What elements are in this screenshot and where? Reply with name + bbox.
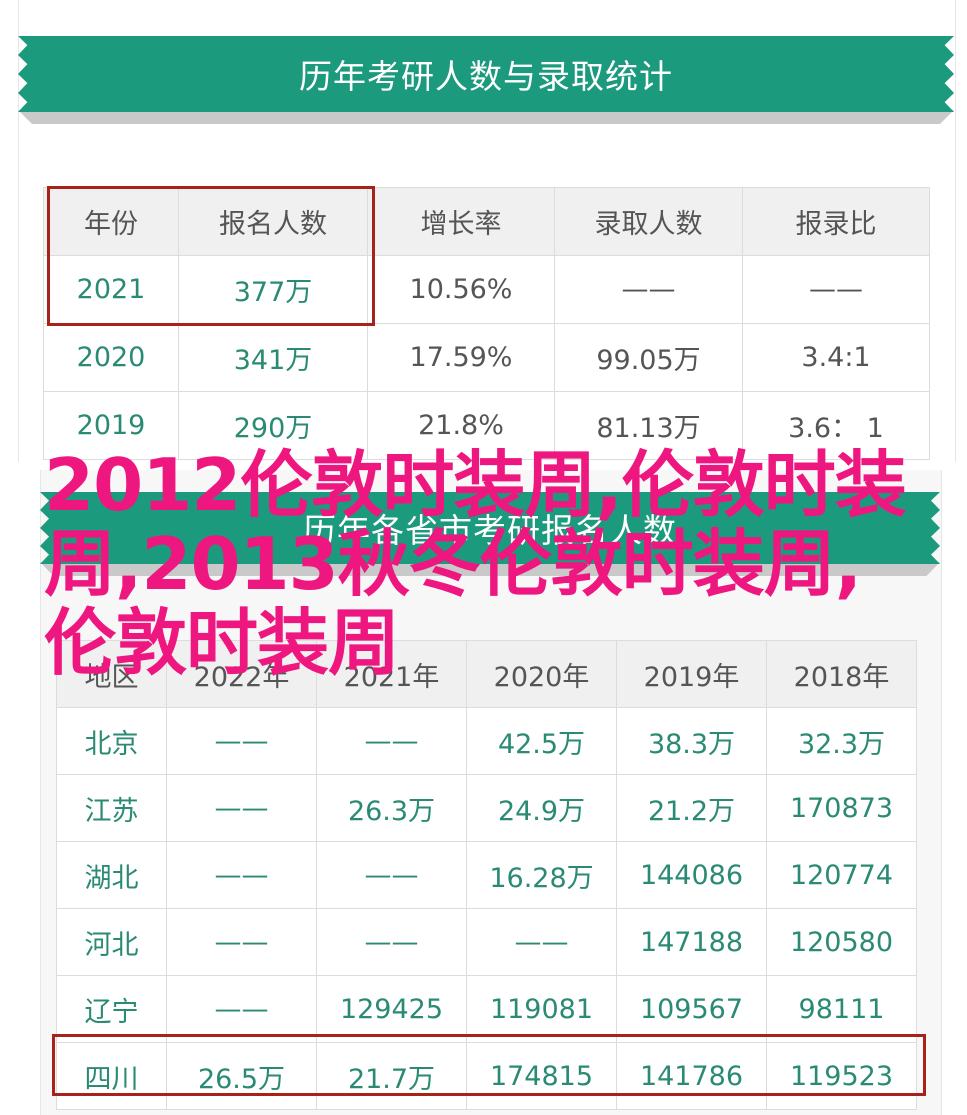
table-cell: 141786 xyxy=(616,1042,767,1110)
table-cell: 147188 xyxy=(616,908,767,976)
table-row: 2021 377万 10.56% —— —— xyxy=(43,255,930,324)
table-cell: —— xyxy=(466,908,617,976)
column-header: 2020年 xyxy=(466,640,617,708)
table-row: 2019 290万 21.8% 81.13万 3.6： 1 xyxy=(43,391,930,460)
table-row: 辽宁 —— 129425 119081 109567 98111 xyxy=(56,975,917,1043)
table-header-row: 年份 报名人数 增长率 录取人数 报录比 xyxy=(43,187,930,256)
table-cell: 2020 xyxy=(43,323,179,392)
column-header: 2022年 xyxy=(166,640,317,708)
top-ribbon-shadow xyxy=(18,110,954,124)
table-row: 四川 26.5万 21.7万 174815 141786 119523 xyxy=(56,1042,917,1110)
table-cell: 四川 xyxy=(56,1042,167,1110)
column-header: 录取人数 xyxy=(554,187,743,256)
table-cell: 24.9万 xyxy=(466,774,617,842)
table-cell: 38.3万 xyxy=(616,707,767,775)
table-cell: —— xyxy=(554,255,743,324)
table-cell: 3.6： 1 xyxy=(742,391,930,460)
table-cell: —— xyxy=(316,841,467,909)
table-cell: 32.3万 xyxy=(766,707,917,775)
table-cell: 江苏 xyxy=(56,774,167,842)
table-cell: 2021 xyxy=(43,255,179,324)
table-cell: 42.5万 xyxy=(466,707,617,775)
table-cell: 16.28万 xyxy=(466,841,617,909)
column-header: 年份 xyxy=(43,187,179,256)
table-cell: 377万 xyxy=(178,255,368,324)
table-row: 北京 —— —— 42.5万 38.3万 32.3万 xyxy=(56,707,917,775)
table-cell: 17.59% xyxy=(367,323,555,392)
table-cell: 21.2万 xyxy=(616,774,767,842)
table-cell: 26.3万 xyxy=(316,774,467,842)
column-header: 报录比 xyxy=(742,187,930,256)
table-cell: 辽宁 xyxy=(56,975,167,1043)
table-cell: 129425 xyxy=(316,975,467,1043)
top-ribbon-band: 历年考研人数与录取统计 xyxy=(18,36,954,112)
table-cell: —— xyxy=(166,841,317,909)
table-cell: 81.13万 xyxy=(554,391,743,460)
bottom-ribbon-shadow xyxy=(40,562,940,576)
admissions-table: 年份 报名人数 增长率 录取人数 报录比 2021 377万 10.56% ——… xyxy=(43,187,930,460)
table-cell: —— xyxy=(166,774,317,842)
table-cell: 北京 xyxy=(56,707,167,775)
bottom-section-title: 历年各省市考研报名人数 xyxy=(303,511,677,550)
table-cell: 2019 xyxy=(43,391,179,460)
top-title-ribbon: 历年考研人数与录取统计 xyxy=(18,36,954,124)
table-cell: 290万 xyxy=(178,391,368,460)
column-header: 2021年 xyxy=(316,640,467,708)
table-cell: 120774 xyxy=(766,841,917,909)
table-cell: —— xyxy=(316,908,467,976)
table-cell: —— xyxy=(316,707,467,775)
table-cell: 21.7万 xyxy=(316,1042,467,1110)
table-row: 湖北 —— —— 16.28万 144086 120774 xyxy=(56,841,917,909)
table-cell: 174815 xyxy=(466,1042,617,1110)
table-row: 江苏 —— 26.3万 24.9万 21.2万 170873 xyxy=(56,774,917,842)
table-row: 2020 341万 17.59% 99.05万 3.4:1 xyxy=(43,323,930,392)
column-header: 2018年 xyxy=(766,640,917,708)
column-header: 2019年 xyxy=(616,640,767,708)
table-cell: 170873 xyxy=(766,774,917,842)
table-cell: 21.8% xyxy=(367,391,555,460)
table-cell: 109567 xyxy=(616,975,767,1043)
table-cell: —— xyxy=(166,975,317,1043)
table-cell: 26.5万 xyxy=(166,1042,317,1110)
bottom-ribbon-band: 历年各省市考研报名人数 xyxy=(40,492,940,564)
table-cell: 河北 xyxy=(56,908,167,976)
table-cell: 120580 xyxy=(766,908,917,976)
table-header-row: 地区 2022年 2021年 2020年 2019年 2018年 xyxy=(56,640,917,708)
column-header: 报名人数 xyxy=(178,187,368,256)
table-row: 河北 —— —— —— 147188 120580 xyxy=(56,908,917,976)
province-table: 地区 2022年 2021年 2020年 2019年 2018年 北京 —— —… xyxy=(56,640,917,1110)
table-cell: 3.4:1 xyxy=(742,323,930,392)
table-cell: 99.05万 xyxy=(554,323,743,392)
table-cell: 湖北 xyxy=(56,841,167,909)
top-section-title: 历年考研人数与录取统计 xyxy=(299,57,673,96)
table-cell: 98111 xyxy=(766,975,917,1043)
table-cell: 144086 xyxy=(616,841,767,909)
table-cell: 10.56% xyxy=(367,255,555,324)
table-cell: —— xyxy=(166,707,317,775)
table-cell: 119081 xyxy=(466,975,617,1043)
column-header: 增长率 xyxy=(367,187,555,256)
table-cell: 341万 xyxy=(178,323,368,392)
table-cell: —— xyxy=(166,908,317,976)
column-header: 地区 xyxy=(56,640,167,708)
table-cell: 119523 xyxy=(766,1042,917,1110)
bottom-title-ribbon: 历年各省市考研报名人数 xyxy=(40,492,940,576)
table-cell: —— xyxy=(742,255,930,324)
